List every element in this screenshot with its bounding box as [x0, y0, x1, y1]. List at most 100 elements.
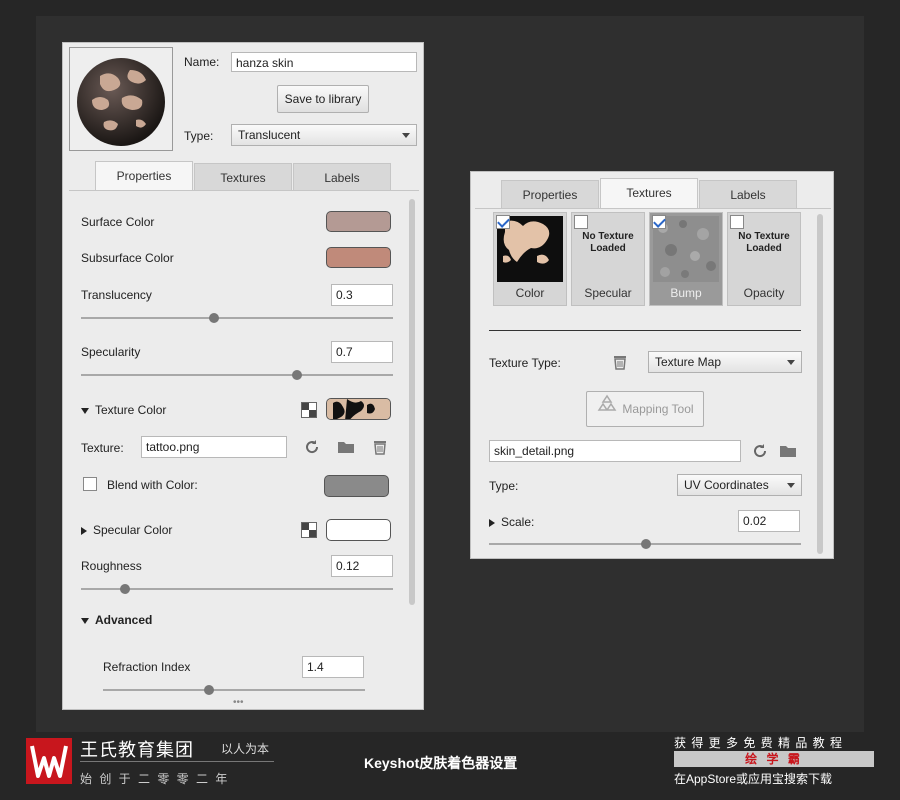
texture-type-label: Texture Type:	[489, 356, 561, 370]
tab-divider	[475, 208, 831, 209]
texture-tile-bump[interactable]: Bump	[649, 212, 723, 306]
save-to-library-button[interactable]: Save to library	[277, 85, 369, 113]
texture-color-label: Texture Color	[95, 403, 167, 417]
specularity-slider-handle[interactable]	[292, 370, 302, 380]
texture-color-swatch[interactable]	[326, 398, 391, 420]
collapsed-triangle-icon	[81, 526, 87, 535]
translucency-input[interactable]: 0.3	[331, 284, 393, 306]
material-type-value: Translucent	[238, 128, 301, 142]
scale-section[interactable]: Scale:	[489, 515, 534, 529]
mapping-tool-icon	[596, 393, 618, 427]
blend-with-color-label: Blend with Color:	[107, 478, 198, 492]
refraction-index-input[interactable]: 1.4	[302, 656, 364, 678]
advanced-label: Advanced	[95, 613, 153, 627]
trash-icon[interactable]	[371, 438, 389, 456]
promo-brand: 绘 学 霸	[674, 751, 874, 767]
tab-labels[interactable]: Labels	[699, 180, 797, 208]
blend-with-color-checkbox[interactable]	[83, 477, 97, 491]
roughness-slider-handle[interactable]	[120, 584, 130, 594]
tattoo-texture-thumbnail	[327, 399, 390, 419]
texture-type-select[interactable]: Texture Map	[648, 351, 802, 373]
textures-panel: Properties Textures Labels Color No Text…	[470, 171, 834, 559]
bump-map-label: Bump	[670, 286, 702, 300]
opacity-map-checkbox[interactable]	[730, 215, 744, 229]
scale-input[interactable]: 0.02	[738, 510, 800, 532]
scale-slider-handle[interactable]	[641, 539, 651, 549]
chevron-down-icon	[787, 483, 795, 488]
texture-toggle-icon[interactable]	[301, 402, 317, 418]
tab-properties[interactable]: Properties	[501, 180, 599, 208]
folder-icon[interactable]	[779, 442, 797, 460]
surface-color-swatch[interactable]	[326, 211, 391, 232]
name-label: Name:	[184, 55, 220, 69]
tab-textures[interactable]: Textures	[600, 178, 698, 208]
texture-label: Texture:	[81, 441, 124, 455]
tab-properties[interactable]: Properties	[95, 161, 193, 191]
specular-map-checkbox[interactable]	[574, 215, 588, 229]
specularity-slider-track[interactable]	[81, 374, 393, 376]
material-type-select[interactable]: Translucent	[231, 124, 417, 146]
refraction-index-label: Refraction Index	[103, 660, 191, 674]
advanced-section[interactable]: Advanced	[81, 613, 152, 627]
texture-color-section[interactable]: Texture Color	[81, 403, 166, 417]
color-map-label: Color	[515, 286, 545, 300]
specular-no-texture-text: No Texture Loaded	[582, 231, 634, 254]
specular-texture-toggle-icon[interactable]	[301, 522, 317, 538]
subsurface-color-label: Subsurface Color	[81, 251, 174, 265]
footer-banner: 王氏教育集团 以人为本 始 创 于 二 零 零 二 年 Keyshot皮肤着色器…	[0, 732, 900, 800]
trash-icon[interactable]	[611, 353, 629, 371]
refraction-slider-handle[interactable]	[204, 685, 214, 695]
material-sphere-icon	[77, 58, 165, 146]
blend-color-swatch[interactable]	[324, 475, 389, 497]
roughness-label: Roughness	[81, 559, 142, 573]
promo-line-2: 在AppStore或应用宝搜索下载	[674, 772, 833, 786]
opacity-map-label: Opacity	[743, 286, 785, 300]
brand-name: 王氏教育集团	[80, 740, 194, 760]
mapping-type-label: Type:	[489, 479, 519, 493]
tab-textures[interactable]: Textures	[194, 163, 292, 191]
scale-label: Scale:	[501, 515, 535, 529]
specular-color-section[interactable]: Specular Color	[81, 523, 172, 537]
expand-triangle-icon	[81, 407, 89, 414]
expand-triangle-icon	[81, 617, 89, 624]
refraction-slider-track[interactable]	[103, 689, 365, 691]
right-scrollbar[interactable]	[817, 214, 823, 554]
texture-tile-opacity[interactable]: No Texture Loaded Opacity	[727, 212, 801, 306]
specular-color-swatch[interactable]	[326, 519, 391, 541]
opacity-no-texture-text: No Texture Loaded	[738, 231, 790, 254]
name-input[interactable]: hanza skin	[231, 52, 417, 72]
mapping-type-select[interactable]: UV Coordinates	[677, 474, 802, 496]
translucency-label: Translucency	[81, 288, 152, 302]
texture-file-input[interactable]: tattoo.png	[141, 436, 287, 458]
roughness-input[interactable]: 0.12	[331, 555, 393, 577]
brand-logo-icon	[26, 738, 72, 784]
tab-divider	[69, 190, 419, 191]
folder-icon[interactable]	[337, 438, 355, 456]
chevron-down-icon	[402, 133, 410, 138]
reload-icon[interactable]	[303, 438, 321, 456]
mapping-tool-label: Mapping Tool	[622, 402, 694, 416]
texture-tile-specular[interactable]: No Texture Loaded Specular	[571, 212, 645, 306]
subsurface-color-swatch[interactable]	[326, 247, 391, 268]
reload-icon[interactable]	[751, 442, 769, 460]
bump-map-checkbox[interactable]	[652, 215, 666, 229]
mapping-tool-button[interactable]: Mapping Tool	[586, 391, 704, 427]
translucency-slider-handle[interactable]	[209, 313, 219, 323]
brand-divider	[80, 761, 274, 762]
more-indicator: •••	[233, 697, 244, 708]
collapsed-triangle-icon	[489, 518, 495, 527]
translucency-slider-track[interactable]	[81, 317, 393, 319]
left-scrollbar[interactable]	[409, 199, 415, 605]
texture-tile-color[interactable]: Color	[493, 212, 567, 306]
right-tab-bar: Properties Textures Labels	[501, 178, 798, 208]
surface-color-label: Surface Color	[81, 215, 155, 229]
texture-file-input[interactable]: skin_detail.png	[489, 440, 741, 462]
left-tab-bar: Properties Textures Labels	[95, 161, 392, 191]
specularity-input[interactable]: 0.7	[331, 341, 393, 363]
brand-founded: 始 创 于 二 零 零 二 年	[80, 772, 230, 786]
section-divider	[489, 330, 801, 331]
promo-line-1: 获 得 更 多 免 费 精 品 教 程	[674, 736, 844, 750]
brand-motto: 以人为本	[221, 742, 270, 756]
tab-labels[interactable]: Labels	[293, 163, 391, 191]
color-map-checkbox[interactable]	[496, 215, 510, 229]
